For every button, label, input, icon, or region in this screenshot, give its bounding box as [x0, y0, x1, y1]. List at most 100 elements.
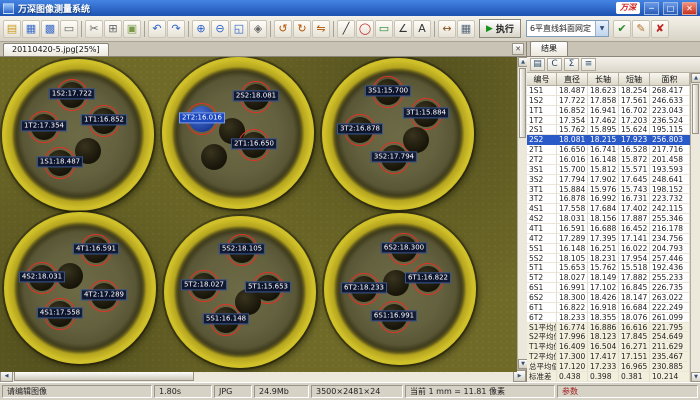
copy-icon[interactable]: ⊞: [104, 20, 122, 38]
results-tab[interactable]: 结果: [530, 41, 568, 56]
table-row[interactable]: 1S217.72217.85817.561246.633: [527, 96, 690, 106]
scroll-thumb[interactable]: [519, 68, 526, 138]
row-id-cell: 3S1: [527, 165, 557, 175]
delete-icon[interactable]: ✘: [651, 20, 669, 38]
calibrate-icon[interactable]: ↔: [438, 20, 456, 38]
table-row[interactable]: 6S116.99117.10216.845226.735: [527, 283, 690, 293]
scroll-thumb[interactable]: [14, 371, 194, 381]
list-icon[interactable]: ≡: [581, 58, 596, 71]
table-row[interactable]: S1平均值16.77416.88616.616221.795: [527, 323, 690, 333]
line-tool-icon[interactable]: ╱: [337, 20, 355, 38]
table-row[interactable]: 3S217.79417.90217.645248.641: [527, 175, 690, 185]
print-results-icon[interactable]: ▤: [530, 58, 545, 71]
undo-icon[interactable]: ↶: [148, 20, 166, 38]
table-row[interactable]: 1T116.85216.94116.702223.043: [527, 106, 690, 116]
zoom-in-icon[interactable]: ⊕: [192, 20, 210, 38]
table-row[interactable]: 5S116.14816.25116.022204.793: [527, 244, 690, 254]
scroll-thumb[interactable]: [692, 84, 699, 134]
column-header[interactable]: 编号: [527, 73, 557, 86]
zoom-fit-icon[interactable]: ◱: [230, 20, 248, 38]
confirm-icon[interactable]: ✔: [613, 20, 631, 38]
rotate-left-icon[interactable]: ↺: [274, 20, 292, 38]
table-row[interactable]: 5S218.10518.23117.954257.446: [527, 254, 690, 264]
table-row[interactable]: 4S218.03118.15617.887255.346: [527, 214, 690, 224]
table-row[interactable]: T1平均值16.40916.50416.271211.629: [527, 342, 690, 352]
execute-button[interactable]: ▶ 执行: [479, 19, 521, 38]
measure-label: 1S2:17.722: [49, 88, 95, 99]
table-row[interactable]: 3T115.88415.97615.743198.152: [527, 185, 690, 195]
table-row[interactable]: 6T116.82216.91816.684222.249: [527, 303, 690, 313]
table-row[interactable]: 1S118.48718.62318.254268.417: [527, 86, 690, 96]
table-row[interactable]: 1T217.35417.46217.203236.524: [527, 116, 690, 126]
table-row[interactable]: 2S115.76215.89515.624195.115: [527, 125, 690, 135]
column-header[interactable]: 短轴: [619, 73, 650, 86]
close-button[interactable]: ✕: [682, 2, 697, 15]
value-cell: 16.845: [619, 283, 650, 293]
table-row[interactable]: 5T115.65315.76215.518192.436: [527, 263, 690, 273]
table-row[interactable]: 4T116.59116.68816.452216.178: [527, 224, 690, 234]
scroll-down-icon[interactable]: ▼: [691, 372, 700, 382]
cut-icon[interactable]: ✂: [85, 20, 103, 38]
table-row[interactable]: 总平均值17.12017.23316.965230.885: [527, 362, 690, 372]
table-row[interactable]: 6T218.23318.35518.076261.099: [527, 313, 690, 323]
table-row[interactable]: 4T217.28917.39517.141234.756: [527, 234, 690, 244]
text-tool-icon[interactable]: A: [413, 20, 431, 38]
print-icon[interactable]: ▭: [60, 20, 78, 38]
zoom-out-icon[interactable]: ⊖: [211, 20, 229, 38]
measure-label: 2S2:18.081: [233, 90, 279, 101]
value-cell: 0.398: [588, 372, 619, 382]
row-id-cell: 标准差: [527, 372, 557, 382]
flip-icon[interactable]: ⇋: [312, 20, 330, 38]
measure-mode-value: 6平直线斜面网定: [530, 23, 591, 34]
column-header[interactable]: 面积: [650, 73, 690, 86]
results-body: 1S118.48718.62318.254268.4171S217.72217.…: [527, 86, 690, 382]
value-cell: 17.858: [588, 96, 619, 106]
value-cell: 16.774: [557, 323, 588, 333]
value-cell: 16.991: [557, 283, 588, 293]
edit-icon[interactable]: ✎: [632, 20, 650, 38]
value-cell: 236.524: [650, 116, 690, 126]
rotate-right-icon[interactable]: ↻: [293, 20, 311, 38]
circle-tool-icon[interactable]: ◯: [356, 20, 374, 38]
document-tab[interactable]: 20110420-5.jpg[25%]: [3, 43, 109, 56]
open-image-icon[interactable]: ▤: [3, 20, 21, 38]
results-toolbar: ▤CΣ≡: [527, 57, 700, 73]
value-cell: 217.716: [650, 145, 690, 155]
scroll-up-icon[interactable]: ▲: [691, 73, 700, 83]
measure-mode-select[interactable]: 6平直线斜面网定 ▼: [526, 20, 609, 37]
table-row[interactable]: 2T116.65016.74116.528217.716: [527, 145, 690, 155]
copy-results-icon[interactable]: C: [547, 58, 562, 71]
value-cell: 246.633: [650, 96, 690, 106]
maximize-button[interactable]: □: [663, 2, 678, 15]
chevron-down-icon[interactable]: ▼: [595, 21, 608, 36]
table-row[interactable]: 2T216.01616.14815.872201.458: [527, 155, 690, 165]
table-vertical-scrollbar[interactable]: ▲ ▼: [690, 73, 700, 382]
table-row[interactable]: S2平均值17.99618.12317.845254.649: [527, 332, 690, 342]
canvas-vertical-scrollbar[interactable]: ▲ ▼: [517, 57, 527, 369]
table-row[interactable]: 5T218.02718.14917.882255.233: [527, 273, 690, 283]
sum-icon[interactable]: Σ: [564, 58, 579, 71]
scroll-track[interactable]: [691, 135, 700, 372]
table-row[interactable]: T2平均值17.30017.41717.151235.467: [527, 352, 690, 362]
image-canvas[interactable]: 1S2:17.7221T2:17.3541T1:16.8521S1:18.487…: [0, 57, 517, 372]
tab-close-icon[interactable]: ✕: [512, 43, 524, 55]
column-header[interactable]: 直径: [557, 73, 588, 86]
table-row[interactable]: 标准差0.4380.3980.38110.214: [527, 372, 690, 382]
redo-icon[interactable]: ↷: [167, 20, 185, 38]
save-as-icon[interactable]: ▩: [41, 20, 59, 38]
table-row[interactable]: 3T216.87816.99216.731223.732: [527, 194, 690, 204]
rect-tool-icon[interactable]: ▭: [375, 20, 393, 38]
column-header[interactable]: 长轴: [588, 73, 619, 86]
paste-icon[interactable]: ▣: [123, 20, 141, 38]
table-row[interactable]: 2S218.08118.21517.923256.803: [527, 135, 690, 145]
grid-icon[interactable]: ▦: [457, 20, 475, 38]
table-row[interactable]: 3S115.70015.81215.571193.593: [527, 165, 690, 175]
angle-tool-icon[interactable]: ∠: [394, 20, 412, 38]
table-row[interactable]: 4S117.55817.68417.402242.115: [527, 204, 690, 214]
scroll-track[interactable]: [518, 139, 527, 359]
pan-icon[interactable]: ◈: [249, 20, 267, 38]
params-segment[interactable]: 参数: [557, 385, 698, 398]
minimize-button[interactable]: ─: [644, 2, 659, 15]
table-row[interactable]: 6S218.30018.42618.147263.022: [527, 293, 690, 303]
save-icon[interactable]: ▦: [22, 20, 40, 38]
